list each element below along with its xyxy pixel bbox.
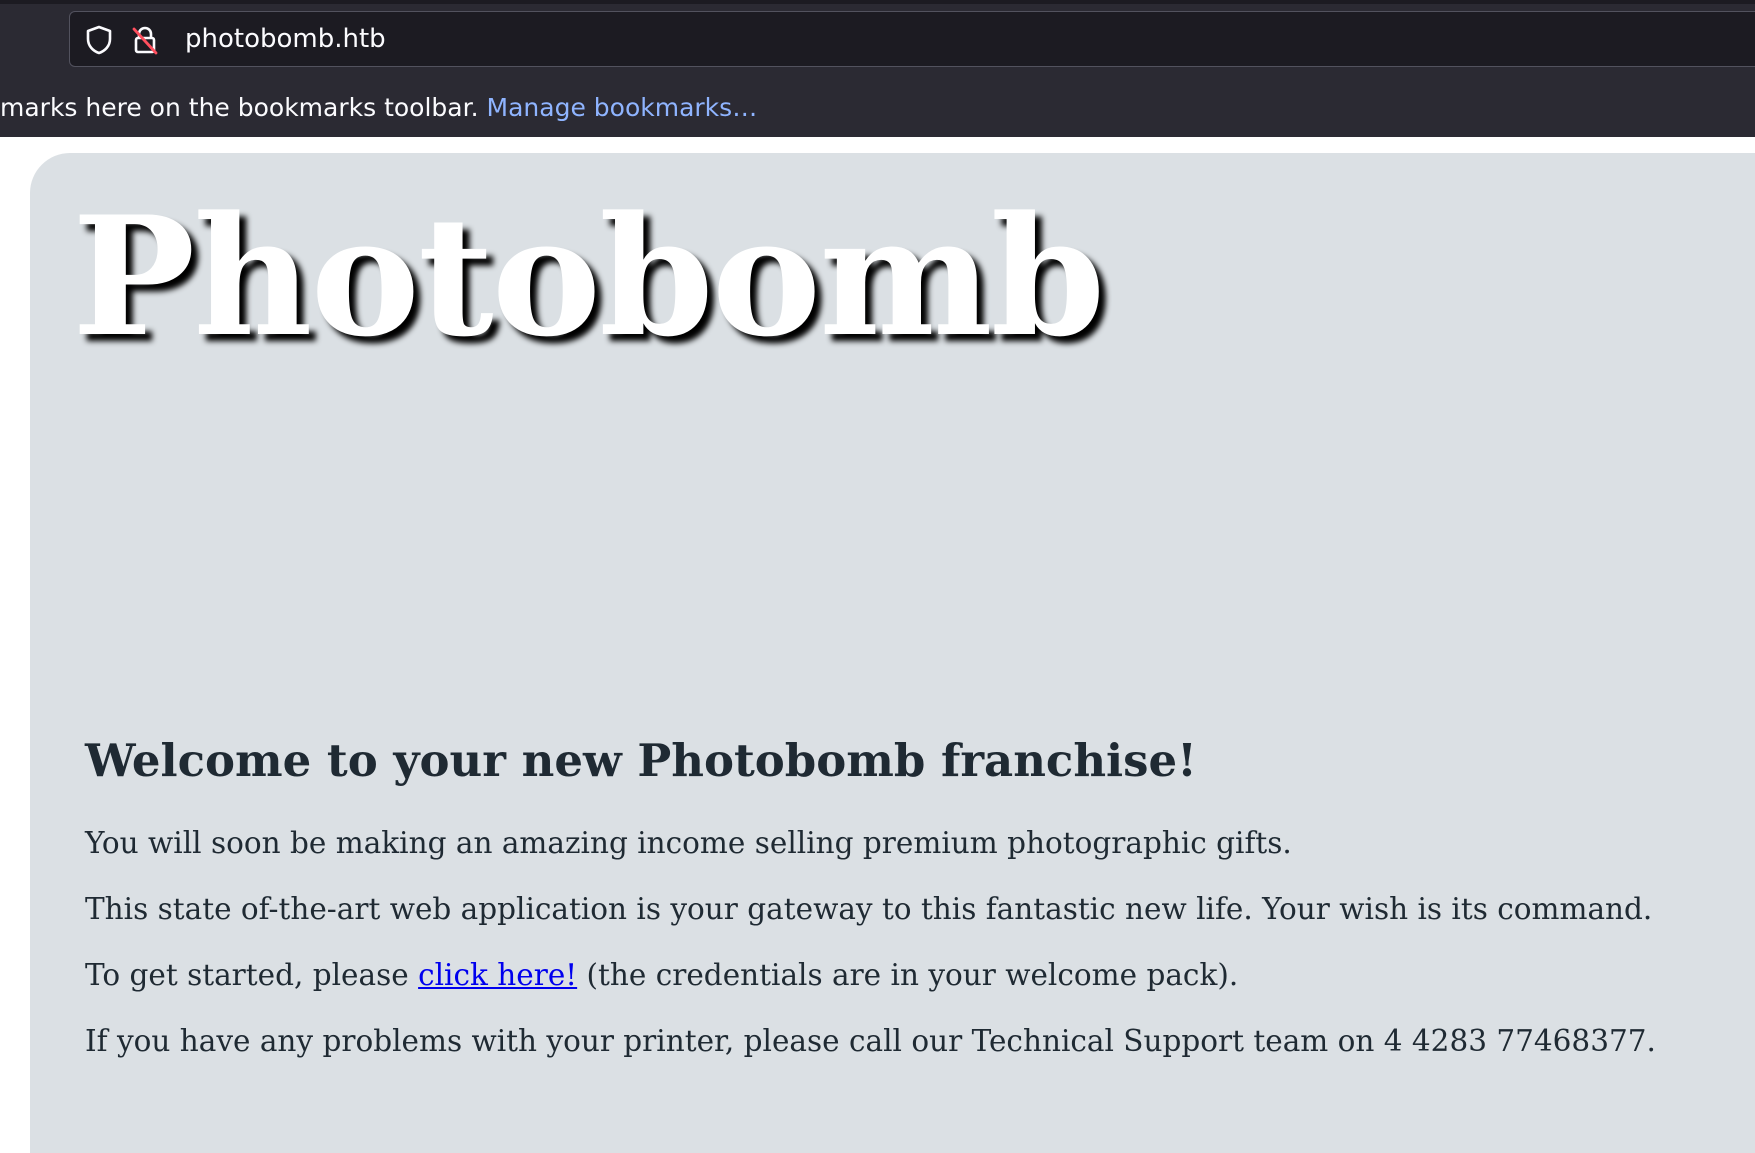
support-paragraph: If you have any problems with your print… xyxy=(85,1024,1656,1058)
click-here-link[interactable]: click here! xyxy=(418,958,577,992)
intro-paragraph: You will soon be making an amazing incom… xyxy=(85,826,1292,860)
credentials-note: (the credentials are in your welcome pac… xyxy=(586,958,1239,992)
url-text[interactable]: photobomb.htb xyxy=(185,12,386,66)
manage-bookmarks-link[interactable]: Manage bookmarks… xyxy=(487,93,758,122)
welcome-heading: Welcome to your new Photobomb franchise! xyxy=(85,734,1197,787)
insecure-lock-icon[interactable] xyxy=(129,24,161,56)
bookmarks-toolbar: marks here on the bookmarks toolbar. Mana… xyxy=(0,84,1755,132)
gateway-paragraph: This state of-the-art web application is… xyxy=(85,892,1653,926)
hero-title: Photobomb xyxy=(72,180,1105,373)
bookmarks-hint-text: marks here on the bookmarks toolbar. xyxy=(0,93,479,122)
tab-strip-edge xyxy=(0,0,1755,4)
get-started-text: To get started, please xyxy=(85,958,409,992)
get-started-paragraph: To get started, please click here! (the … xyxy=(85,955,1238,995)
url-bar[interactable]: photobomb.htb xyxy=(69,11,1755,67)
browser-toolbar: photobomb.htb marks here on the bookmark… xyxy=(0,0,1755,137)
shield-icon[interactable] xyxy=(83,24,115,56)
